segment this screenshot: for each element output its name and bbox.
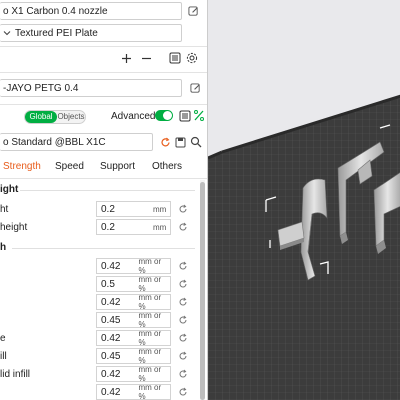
build-plate-scene[interactable] — [208, 0, 400, 400]
advanced-toggle[interactable] — [155, 110, 173, 121]
param-input[interactable]: 0.42 mm or % — [96, 329, 171, 347]
tab-others[interactable]: Others — [152, 161, 182, 172]
param-input[interactable]: 0.5 mm or % — [96, 275, 171, 293]
param-label: e — [0, 333, 6, 344]
edit-icon[interactable] — [188, 6, 199, 17]
plus-icon[interactable] — [121, 53, 132, 64]
tab-support[interactable]: Support — [100, 161, 135, 172]
filament-name: -JAYO PETG 0.4 — [3, 82, 79, 94]
objects-tab[interactable]: Objects — [57, 111, 85, 123]
global-tab[interactable]: Global — [25, 111, 57, 123]
reset-icon[interactable] — [178, 297, 188, 307]
tab-strength[interactable]: Strength — [3, 161, 41, 172]
reset-icon[interactable] — [178, 261, 188, 271]
reset-icon[interactable] — [178, 204, 188, 214]
list-icon[interactable] — [169, 52, 181, 64]
reset-icon[interactable] — [178, 369, 188, 379]
reset-icon[interactable] — [160, 137, 171, 148]
advanced-label: Advanced — [111, 111, 156, 122]
param-input[interactable]: 0.2 mm — [96, 201, 171, 217]
reset-icon[interactable] — [178, 333, 188, 343]
section-title-layer-height: ight — [0, 184, 19, 195]
tab-speed[interactable]: Speed — [55, 161, 84, 172]
param-input[interactable]: 0.45 mm or % — [96, 311, 171, 329]
scrollbar-thumb[interactable] — [200, 182, 205, 400]
param-label: height — [0, 222, 28, 233]
search-icon[interactable] — [190, 136, 202, 148]
reset-icon[interactable] — [178, 387, 188, 397]
param-input[interactable]: 0.42 mm or % — [96, 257, 171, 275]
edit-icon[interactable] — [190, 83, 201, 94]
filament-select[interactable]: -JAYO PETG 0.4 — [0, 79, 182, 97]
3d-viewport[interactable] — [207, 0, 400, 400]
process-name: o Standard @BBL X1C — [3, 136, 106, 148]
param-input[interactable]: 0.42 mm or % — [96, 365, 171, 383]
param-input[interactable]: 0.42 mm or % — [96, 293, 171, 311]
section-underline — [20, 190, 195, 191]
plate-type: Textured PEI Plate — [15, 27, 98, 39]
section-title-line-width: h — [0, 242, 7, 253]
reset-icon[interactable] — [178, 279, 188, 289]
printer-select[interactable]: o X1 Carbon 0.4 nozzle — [0, 2, 182, 20]
compare-icon[interactable] — [193, 109, 205, 122]
printer-name: o X1 Carbon 0.4 nozzle — [3, 5, 108, 17]
param-label: ht — [0, 204, 9, 215]
global-objects-toggle[interactable]: Global Objects — [24, 110, 86, 124]
reset-icon[interactable] — [178, 315, 188, 325]
param-label: lid infill — [0, 369, 31, 380]
settings-icon[interactable] — [186, 52, 198, 64]
minus-icon[interactable] — [141, 53, 152, 64]
param-input[interactable]: 0.45 mm or % — [96, 347, 171, 365]
reset-icon[interactable] — [178, 351, 188, 361]
list-icon[interactable] — [179, 110, 191, 122]
settings-panel: o X1 Carbon 0.4 nozzle Textured PEI Plat… — [0, 0, 207, 400]
dropdown-icon — [3, 31, 11, 36]
save-icon[interactable] — [175, 137, 186, 148]
plate-select[interactable]: Textured PEI Plate — [0, 24, 182, 42]
process-select[interactable]: o Standard @BBL X1C — [0, 133, 153, 151]
param-input[interactable]: 0.2 mm — [96, 219, 171, 235]
reset-icon[interactable] — [178, 222, 188, 232]
param-input[interactable]: 0.42 mm or % — [96, 383, 171, 400]
param-label: ill — [0, 351, 7, 362]
section-underline — [12, 248, 195, 249]
